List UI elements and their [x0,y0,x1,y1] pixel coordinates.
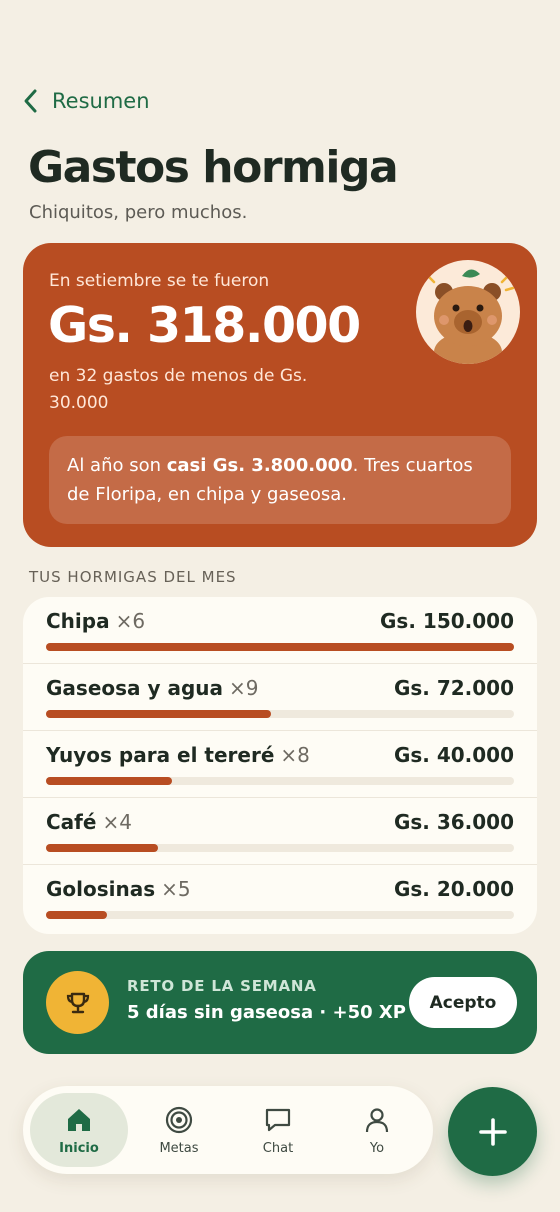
trophy-icon [46,971,109,1034]
profile-icon [365,1107,389,1132]
expense-count: ×4 [102,810,132,834]
expense-bar-track [46,643,514,651]
expense-name: Gaseosa y agua ×9 [46,676,259,700]
page-subtitle: Chiquitos, pero muchos. [29,202,248,223]
nav-label: Yo [369,1140,385,1156]
expense-name: Café ×4 [46,810,132,834]
summary-lead: En setiembre se te fueron [49,271,270,291]
expense-name: Golosinas ×5 [46,877,191,901]
expense-bar-fill [46,911,107,919]
chat-icon [265,1108,291,1131]
expense-row[interactable]: Yuyos para el tereré ×8 Gs. 40.000 [23,731,537,798]
expense-value: Gs. 72.000 [393,676,514,700]
plus-icon [478,1117,507,1146]
expense-row[interactable]: Café ×4 Gs. 36.000 [23,798,537,865]
expense-count: ×8 [280,743,310,767]
back-link[interactable]: Resumen [22,88,150,114]
nav-label: Chat [262,1140,294,1156]
expense-bar-track [46,710,514,718]
expense-bar-fill [46,643,514,651]
expense-value: Gs. 150.000 [380,609,514,633]
page-title: Gastos hormiga [28,142,399,193]
target-icon [165,1106,193,1133]
bottom-nav: Inicio Metas Chat Yo [23,1086,433,1174]
accept-challenge-button[interactable]: Acepto [409,977,517,1028]
expense-row[interactable]: Golosinas ×5 Gs. 20.000 [23,865,537,932]
nav-item-chat[interactable]: Chat [229,1093,327,1167]
expense-bar-fill [46,777,173,785]
nav-label: Metas [159,1140,199,1156]
expense-value: Gs. 40.000 [393,743,514,767]
nav-item-inicio[interactable]: Inicio [30,1093,128,1167]
expense-count: ×9 [229,676,259,700]
weekly-challenge-card: RETO DE LA SEMANA 5 días sin gaseosa · +… [23,951,537,1054]
expense-name: Yuyos para el tereré ×8 [46,743,310,767]
expense-bar-fill [46,710,271,718]
expense-bar-track [46,844,514,852]
expense-value: Gs. 36.000 [393,810,514,834]
nav-item-metas[interactable]: Metas [130,1093,228,1167]
challenge-headline: 5 días sin gaseosa · +50 XP [127,1002,406,1023]
expense-value: Gs. 20.000 [393,877,514,901]
summary-amount: Gs. 318.000 [48,297,361,354]
summary-detail: en 32 gastos de menos de Gs. 30.000 [49,366,308,413]
expense-bar-track [46,777,514,785]
home-icon [68,1108,90,1131]
back-label: Resumen [52,89,150,113]
expense-row[interactable]: Gaseosa y agua ×9 Gs. 72.000 [23,664,537,731]
capybara-mascot-icon [416,260,520,364]
challenge-kicker: RETO DE LA SEMANA [127,977,317,995]
expense-count: ×6 [115,609,146,633]
nav-label: Inicio [59,1140,99,1156]
yearly-projection-note: Al año son casi Gs. 3.800.000. Tres cuar… [49,436,511,524]
add-expense-button[interactable] [448,1087,537,1176]
chevron-left-icon [24,89,37,113]
expense-list: Chipa ×6 Gs. 150.000 Gaseosa y agua ×9 Gs.… [23,597,537,934]
monthly-summary-card: En setiembre se te fueron Gs. 318.000 en… [23,243,537,547]
expense-bar-fill [46,844,159,852]
section-label: TUS HORMIGAS DEL MES [29,568,237,586]
expense-bar-track [46,911,514,919]
expense-row[interactable]: Chipa ×6 Gs. 150.000 [23,597,537,664]
nav-item-yo[interactable]: Yo [328,1093,426,1167]
expense-count: ×5 [161,877,191,901]
expense-name: Chipa ×6 [46,609,146,633]
